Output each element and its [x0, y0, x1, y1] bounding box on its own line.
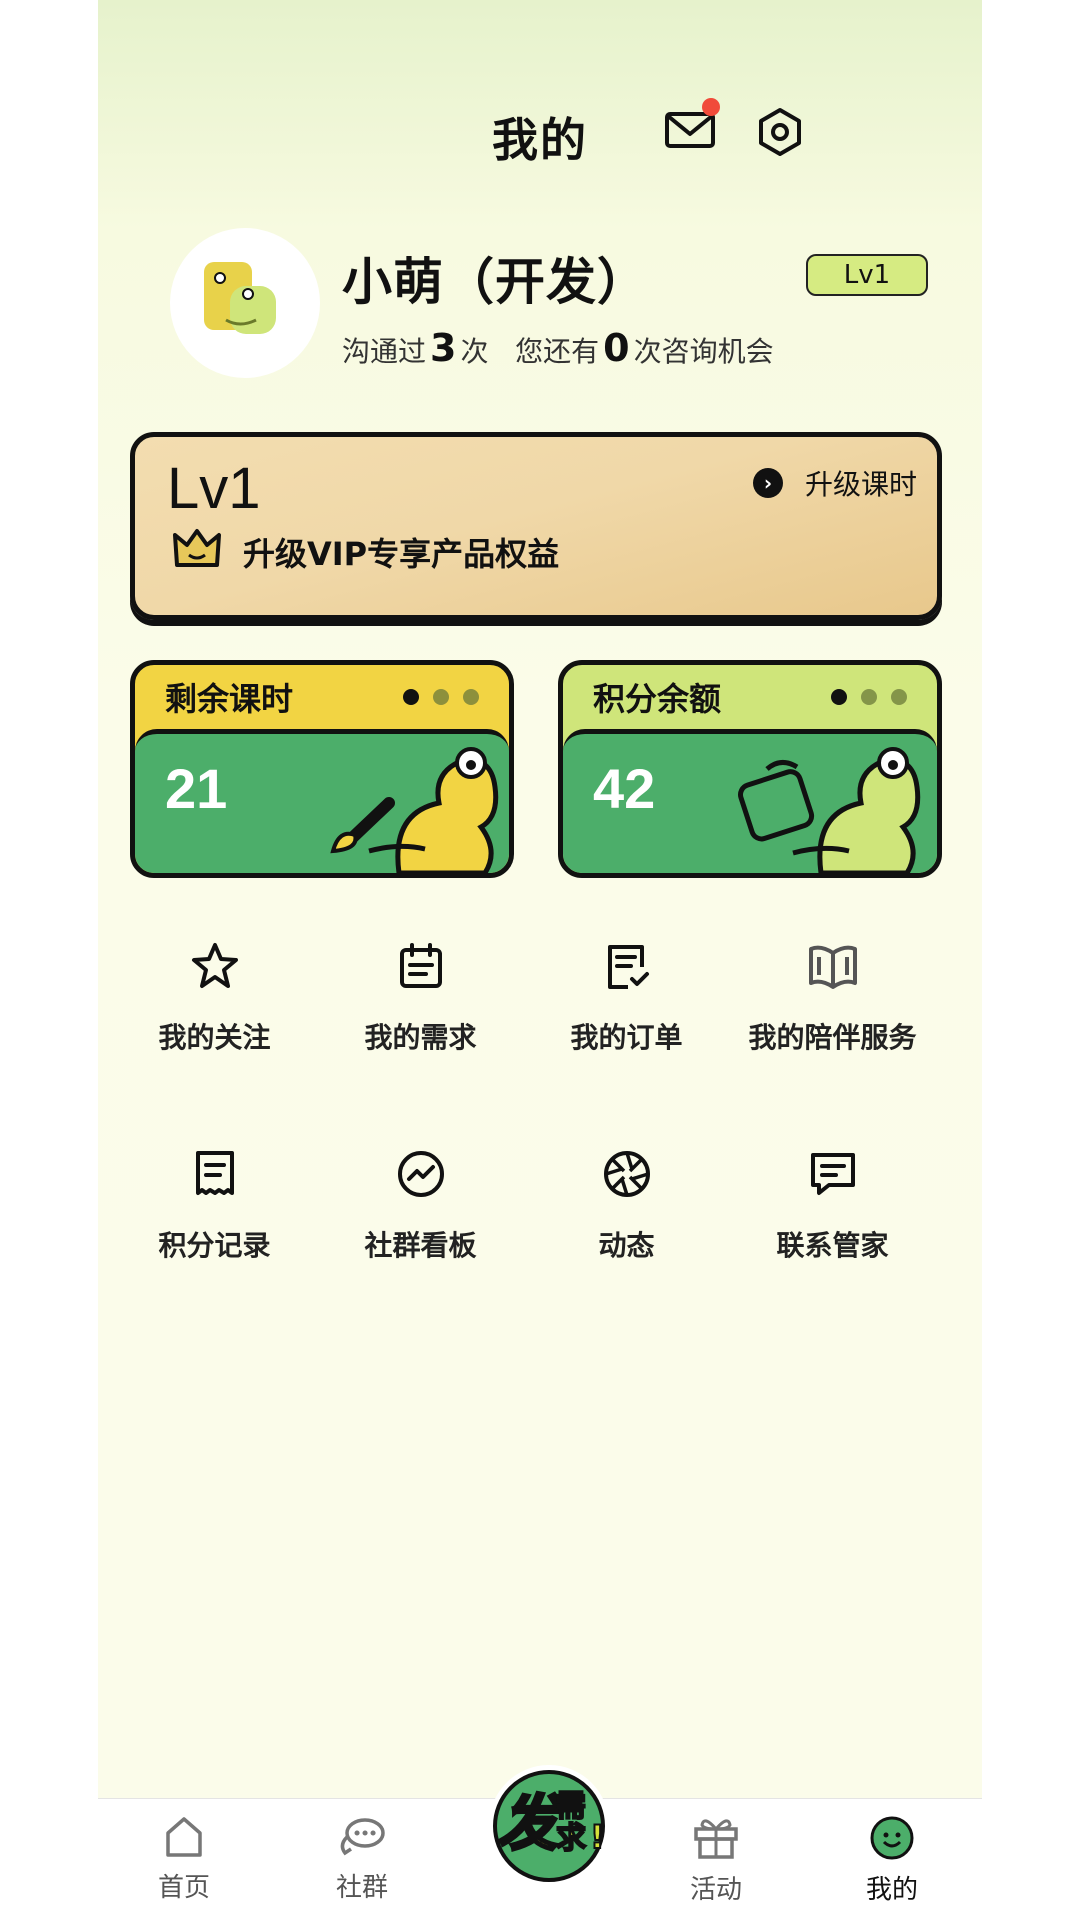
menu-label: 我的订单 — [570, 1021, 683, 1054]
menu-label: 动态 — [598, 1229, 655, 1262]
card-header: 剩余课时 — [135, 665, 509, 729]
trend-circle-icon — [393, 1146, 449, 1202]
vip-benefit-text: 升级VIP专享产品权益 — [243, 535, 560, 573]
remaining-hours-card[interactable]: 剩余课时 21 — [130, 660, 514, 878]
menu-label: 我的关注 — [158, 1021, 271, 1054]
mail-button[interactable] — [660, 98, 720, 160]
avatar[interactable] — [170, 228, 320, 378]
profile-smile-icon — [870, 1816, 914, 1860]
consult-stats: 沟通过 3 次 您还有 0 次咨询机会 — [342, 326, 774, 370]
card-title: 剩余课时 — [165, 680, 294, 718]
tab-label: 社群 — [335, 1873, 388, 1903]
mascot-pot-icon — [738, 747, 921, 873]
fab-text-small-2: 求 — [556, 1821, 586, 1856]
page-dots — [831, 689, 907, 705]
upgrade-label: 升级课时 — [804, 468, 917, 501]
crown-icon — [173, 529, 221, 567]
mail-icon — [665, 112, 715, 148]
remaining-count: 0 — [603, 326, 630, 370]
page-title: 我的 — [492, 113, 588, 167]
settings-hexagon-icon — [759, 108, 801, 156]
calendar-note-icon — [393, 938, 449, 994]
username: 小萌（开发） — [342, 253, 648, 311]
fab-text-big: 发 — [498, 1789, 565, 1859]
my-page: 我的 小萌（开发） Lv1 沟通过3次 您还有0次咨询机会 Lv1 › — [98, 0, 982, 1920]
tab-mine[interactable]: 我的 — [832, 1815, 952, 1906]
chat-bubble-icon — [805, 1146, 861, 1202]
menu-moments[interactable]: 动态 — [524, 1146, 729, 1266]
card-title: 积分余额 — [593, 680, 722, 718]
star-icon — [187, 938, 243, 994]
tab-label: 首页 — [157, 1873, 210, 1903]
card-body: 21 — [135, 729, 509, 873]
home-icon — [166, 1817, 202, 1857]
community-chat-icon — [340, 1818, 385, 1856]
chevron-right-icon: › — [752, 468, 783, 498]
menu-my-demands[interactable]: 我的需求 — [318, 938, 523, 1058]
settings-button[interactable] — [750, 102, 810, 162]
upgrade-hours-link[interactable]: › 升级课时 — [752, 463, 917, 503]
menu-my-orders[interactable]: 我的订单 — [524, 938, 729, 1058]
level-badge: Lv1 — [806, 254, 928, 296]
card-body: 42 — [563, 729, 937, 873]
mascot-brush-icon — [330, 747, 499, 873]
tab-label: 活动 — [689, 1875, 742, 1905]
contact-count: 3 — [430, 326, 457, 370]
book-open-icon — [805, 938, 861, 994]
receipt-icon — [187, 1146, 243, 1202]
vip-card[interactable]: Lv1 › 升级课时 升级VIP专享产品权益 — [130, 432, 942, 620]
menu-community-board[interactable]: 社群看板 — [318, 1146, 523, 1266]
menu-label: 我的需求 — [364, 1021, 477, 1054]
tab-label: 我的 — [865, 1875, 918, 1905]
remaining-hours-value: 21 — [165, 757, 228, 820]
svg-text:!: ! — [590, 1818, 605, 1856]
points-balance-card[interactable]: 积分余额 42 — [558, 660, 942, 878]
aperture-icon — [599, 1146, 655, 1202]
tab-community[interactable]: 社群 — [302, 1815, 422, 1904]
post-demand-logo-icon: 发 需 求 ! — [489, 1765, 609, 1885]
avatar-mascot-icon — [204, 262, 276, 334]
menu-points-record[interactable]: 积分记录 — [112, 1146, 317, 1266]
fab-text-small-1: 需 — [556, 1789, 586, 1824]
gift-icon — [694, 1819, 738, 1859]
order-check-icon — [599, 938, 655, 994]
card-header: 积分余额 — [563, 665, 937, 729]
menu-companion-service[interactable]: 我的陪伴服务 — [730, 938, 935, 1058]
notification-dot — [702, 98, 720, 116]
menu-contact-steward[interactable]: 联系管家 — [730, 1146, 935, 1266]
stats-mid: 次 您还有 — [460, 335, 600, 368]
menu-label: 我的陪伴服务 — [748, 1021, 917, 1054]
vip-level: Lv1 — [167, 456, 261, 521]
points-balance-value: 42 — [593, 757, 656, 820]
menu-label: 积分记录 — [158, 1229, 271, 1262]
menu-label: 联系管家 — [776, 1229, 889, 1262]
stats-prefix: 沟通过 — [342, 335, 427, 368]
page-dots — [403, 689, 479, 705]
tab-home[interactable]: 首页 — [124, 1815, 244, 1904]
menu-my-follows[interactable]: 我的关注 — [112, 938, 317, 1058]
tab-activity[interactable]: 活动 — [656, 1815, 776, 1906]
menu-label: 社群看板 — [364, 1229, 477, 1262]
stats-suffix: 次咨询机会 — [633, 335, 774, 368]
post-demand-button[interactable]: 发 需 求 ! — [484, 1760, 614, 1890]
